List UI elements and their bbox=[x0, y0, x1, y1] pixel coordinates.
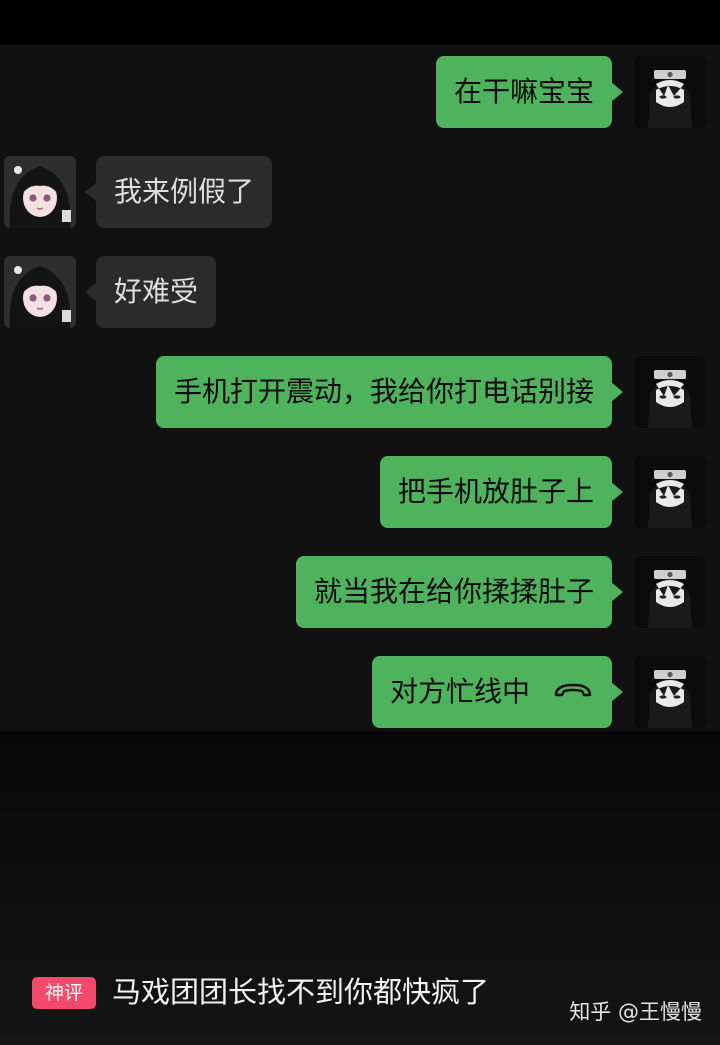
outgoing-message-bubble[interactable]: 把手机放肚子上 bbox=[379, 456, 624, 528]
message-row: 手机打开震动，我给你打电话别接 bbox=[0, 356, 720, 428]
outgoing-message-bubble[interactable]: 就当我在给你揉揉肚子 bbox=[295, 556, 624, 628]
avatar-icon bbox=[4, 156, 76, 228]
watermark: 知乎 @王慢慢 bbox=[569, 1000, 702, 1024]
self-avatar[interactable] bbox=[634, 556, 706, 628]
self-avatar[interactable] bbox=[634, 356, 706, 428]
self-avatar[interactable] bbox=[634, 456, 706, 528]
avatar-icon bbox=[634, 356, 706, 428]
contact-avatar[interactable] bbox=[4, 256, 76, 328]
avatar-icon bbox=[634, 56, 706, 128]
screenshot: 在干嘛宝宝 我来例假了 好难受 手机打开震动，我给你打电话别接 把手机放肚子上 … bbox=[0, 0, 720, 1045]
top-comment-text: 马戏团团长找不到你都快疯了 bbox=[112, 975, 490, 1009]
incoming-message-bubble[interactable]: 好难受 bbox=[84, 256, 217, 328]
message-row: 就当我在给你揉揉肚子 bbox=[0, 556, 720, 628]
message-row: 把手机放肚子上 bbox=[0, 456, 720, 528]
contact-avatar[interactable] bbox=[4, 156, 76, 228]
avatar-icon bbox=[634, 656, 706, 728]
chat-area: 在干嘛宝宝 我来例假了 好难受 手机打开震动，我给你打电话别接 把手机放肚子上 … bbox=[0, 45, 720, 731]
message-row: 好难受 bbox=[0, 256, 720, 328]
top-comment-badge: 神评 bbox=[32, 977, 96, 1009]
avatar-icon bbox=[634, 456, 706, 528]
avatar-icon bbox=[4, 256, 76, 328]
avatar-icon bbox=[634, 556, 706, 628]
call-status-text: 对方忙线中 bbox=[389, 675, 530, 708]
self-avatar[interactable] bbox=[634, 656, 706, 728]
message-row: 对方忙线中 bbox=[0, 656, 720, 728]
incoming-message-bubble[interactable]: 我来例假了 bbox=[84, 156, 273, 228]
self-avatar[interactable] bbox=[634, 56, 706, 128]
outgoing-message-bubble[interactable]: 手机打开震动，我给你打电话别接 bbox=[155, 356, 624, 428]
outgoing-message-bubble[interactable]: 在干嘛宝宝 bbox=[435, 56, 624, 128]
message-row: 我来例假了 bbox=[0, 156, 720, 228]
message-row: 在干嘛宝宝 bbox=[0, 56, 720, 128]
phone-hangup-icon bbox=[552, 655, 594, 727]
call-status-bubble[interactable]: 对方忙线中 bbox=[371, 655, 624, 728]
